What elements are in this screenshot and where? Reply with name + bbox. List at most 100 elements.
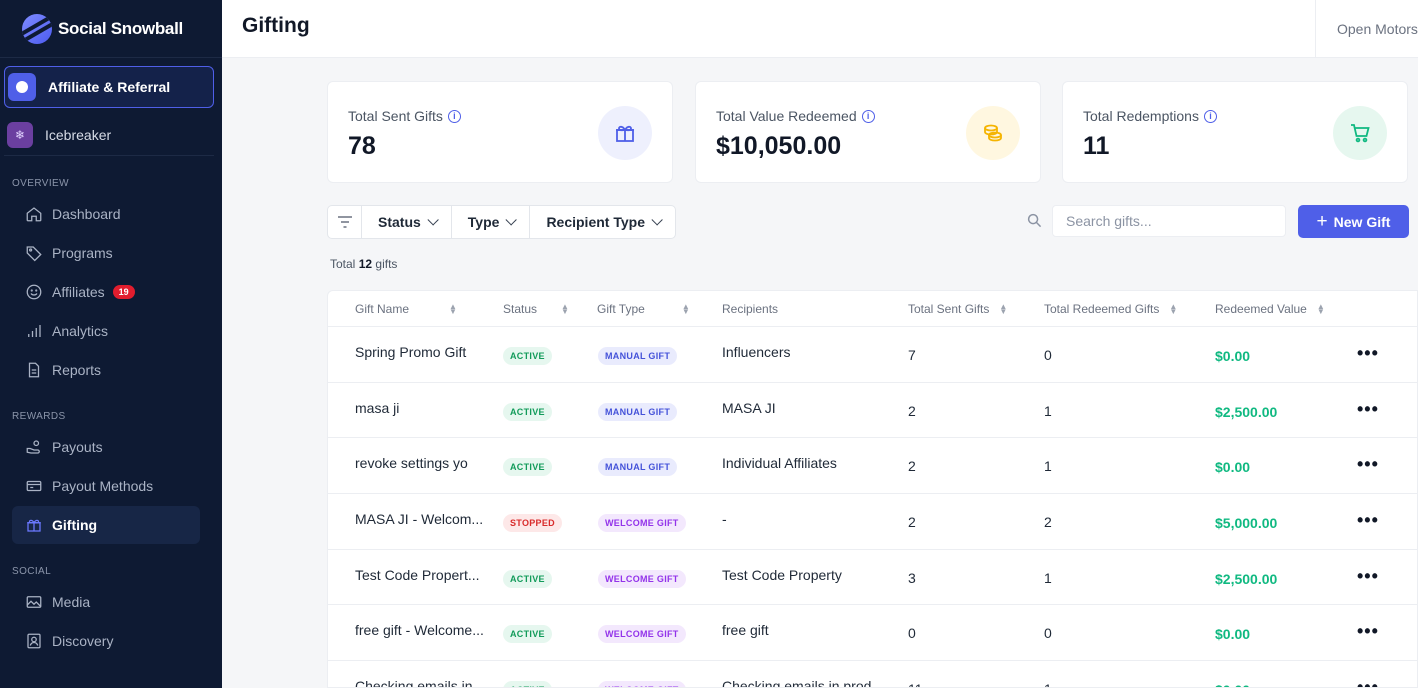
table-row[interactable]: Checking emails in ... ACTIVE WELCOME GIFT… xyxy=(328,661,1417,688)
stat-card-total-sent: Total Sent Gifts i 78 xyxy=(327,81,673,183)
gift-name[interactable]: revoke settings yo xyxy=(355,455,468,471)
more-actions-icon[interactable]: ••• xyxy=(1357,621,1379,642)
plus-icon: + xyxy=(1316,211,1328,232)
total-redeemed-cell: 1 xyxy=(1044,458,1052,475)
gift-icon xyxy=(24,515,44,535)
sidebar-item-dashboard[interactable]: Dashboard xyxy=(12,195,200,233)
sidebar-item-programs[interactable]: Programs xyxy=(12,234,200,272)
top-bar: Gifting Open Motors xyxy=(222,0,1418,58)
column-header-recipients: Recipients xyxy=(722,302,778,316)
info-icon[interactable]: i xyxy=(861,109,875,123)
gift-name[interactable]: Test Code Propert... xyxy=(355,567,480,583)
gift-name[interactable]: Spring Promo Gift xyxy=(355,344,466,360)
sidebar-item-affiliates[interactable]: Affiliates 19 xyxy=(12,273,200,311)
more-actions-icon[interactable]: ••• xyxy=(1357,677,1379,687)
section-title-overview: OVERVIEW xyxy=(12,178,69,189)
workspace-label: Icebreaker xyxy=(45,126,112,143)
gift-type-badge: WELCOME GIFT xyxy=(598,625,686,644)
workspace-affiliate-referral[interactable]: Affiliate & Referral xyxy=(4,66,214,108)
column-label: Total Sent Gifts xyxy=(908,302,990,316)
column-header-status[interactable]: Status ▲ ▼ xyxy=(503,302,569,316)
total-redeemed-cell: 2 xyxy=(1044,514,1052,531)
sidebar-item-label: Payouts xyxy=(52,439,103,455)
sidebar-item-label: Reports xyxy=(52,362,102,378)
gift-name[interactable]: Checking emails in ... xyxy=(355,678,488,687)
gifts-table: Gift Name ▲ ▼ Status ▲ ▼ Gift Type ▲ ▼ Recipie… xyxy=(327,290,1418,688)
more-actions-icon[interactable]: ••• xyxy=(1357,454,1379,475)
sidebar-item-label: Dashboard xyxy=(52,206,121,222)
total-sent-cell: 0 xyxy=(908,625,916,642)
gift-name[interactable]: free gift - Welcome... xyxy=(355,622,484,638)
column-header-gift-type[interactable]: Gift Type ▲ ▼ xyxy=(597,302,690,316)
table-row[interactable]: MASA JI - Welcom... STOPPED WELCOME GIFT - 2… xyxy=(328,494,1417,550)
table-header: Gift Name ▲ ▼ Status ▲ ▼ Gift Type ▲ ▼ Recipie… xyxy=(328,291,1417,327)
recipients-cell: Checking emails in prod xyxy=(722,678,872,688)
sidebar-item-label: Media xyxy=(52,594,91,610)
stat-label: Total Value Redeemed xyxy=(716,108,857,124)
recipient-type-filter-button[interactable]: Recipient Type xyxy=(530,206,675,238)
sidebar-item-reports[interactable]: Reports xyxy=(12,351,200,389)
sidebar-item-label: Analytics xyxy=(52,323,109,339)
sidebar-item-label: Gifting xyxy=(52,517,98,533)
type-filter-button[interactable]: Type xyxy=(452,206,531,238)
column-header-total-redeemed[interactable]: Total Redeemed Gifts ▲ ▼ xyxy=(1044,302,1177,316)
sidebar-item-label: Discovery xyxy=(52,633,114,649)
redeemed-value-cell: $0.00 xyxy=(1215,682,1250,687)
redeemed-value-cell: $2,500.00 xyxy=(1215,403,1278,420)
table-row[interactable]: masa ji ACTIVE MANUAL GIFT MASA JI 2 1 $2,500.… xyxy=(328,383,1417,439)
gift-type-badge: WELCOME GIFT xyxy=(598,514,686,533)
new-gift-button[interactable]: + New Gift xyxy=(1298,205,1409,238)
chevron-down-icon xyxy=(651,214,663,226)
info-icon[interactable]: i xyxy=(1203,109,1217,123)
total-redeemed-cell: 0 xyxy=(1044,625,1052,642)
recipients-cell: MASA JI xyxy=(722,399,776,416)
status-badge: ACTIVE xyxy=(503,402,552,421)
bar-chart-icon xyxy=(24,321,44,341)
status-badge: ACTIVE xyxy=(503,347,552,365)
table-row[interactable]: free gift - Welcome... ACTIVE WELCOME GIFT… xyxy=(328,605,1417,662)
sidebar-item-analytics[interactable]: Analytics xyxy=(12,312,200,350)
brand[interactable]: Social Snowball xyxy=(0,0,222,58)
sort-icon: ▲ ▼ xyxy=(681,302,690,316)
info-icon[interactable]: i xyxy=(447,109,461,123)
store-switcher[interactable]: Open Motors xyxy=(1315,0,1418,58)
column-header-gift-name[interactable]: Gift Name ▲ ▼ xyxy=(355,302,457,316)
sidebar-item-gifting[interactable]: Gifting xyxy=(12,506,200,544)
sidebar-item-payout-methods[interactable]: Payout Methods xyxy=(12,467,200,505)
sidebar-item-media[interactable]: Media xyxy=(12,583,200,621)
total-redeemed-cell: 1 xyxy=(1044,402,1052,419)
tag-icon xyxy=(24,243,44,263)
total-sent-cell: 7 xyxy=(908,347,916,363)
column-header-redeemed-value[interactable]: Redeemed Value ▲ ▼ xyxy=(1215,302,1325,316)
redeemed-value-cell: $0.00 xyxy=(1215,459,1251,476)
status-filter-button[interactable]: Status xyxy=(362,206,452,238)
sidebar-item-payouts[interactable]: Payouts xyxy=(12,428,200,466)
status-badge: STOPPED xyxy=(503,514,562,533)
more-actions-icon[interactable]: ••• xyxy=(1357,399,1379,420)
gift-name[interactable]: masa ji xyxy=(355,400,399,416)
stat-label: Total Redemptions xyxy=(1083,108,1199,124)
table-body: Spring Promo Gift ACTIVE MANUAL GIFT Influe… xyxy=(328,327,1417,688)
total-sent-cell: 2 xyxy=(908,458,916,475)
sort-icon: ▲ ▼ xyxy=(999,302,1008,316)
table-row[interactable]: revoke settings yo ACTIVE MANUAL GIFT Indiv… xyxy=(328,438,1417,495)
chevron-down-icon xyxy=(505,214,518,226)
column-label: Gift Name xyxy=(355,302,410,316)
column-header-total-sent[interactable]: Total Sent Gifts ▲ ▼ xyxy=(908,302,1007,316)
workspace-icebreaker[interactable]: ❄ Icebreaker xyxy=(4,114,214,156)
column-label: Redeemed Value xyxy=(1215,302,1307,316)
gift-name[interactable]: MASA JI - Welcom... xyxy=(355,511,483,527)
sidebar-item-discovery[interactable]: Discovery xyxy=(12,622,200,660)
total-sent-cell: 3 xyxy=(908,569,916,586)
table-row[interactable]: Test Code Propert... ACTIVE WELCOME GIFT Te… xyxy=(328,550,1417,606)
more-actions-icon[interactable]: ••• xyxy=(1357,510,1379,531)
brand-name: Social Snowball xyxy=(58,18,183,38)
more-actions-icon[interactable]: ••• xyxy=(1357,566,1379,587)
search-input[interactable] xyxy=(1052,205,1286,237)
total-number: 12 xyxy=(358,257,373,271)
more-actions-icon[interactable]: ••• xyxy=(1357,343,1379,364)
home-icon xyxy=(24,204,44,224)
table-row[interactable]: Spring Promo Gift ACTIVE MANUAL GIFT Influe… xyxy=(328,327,1417,383)
filter-icon[interactable] xyxy=(328,206,362,238)
icebreaker-icon: ❄ xyxy=(7,121,33,148)
